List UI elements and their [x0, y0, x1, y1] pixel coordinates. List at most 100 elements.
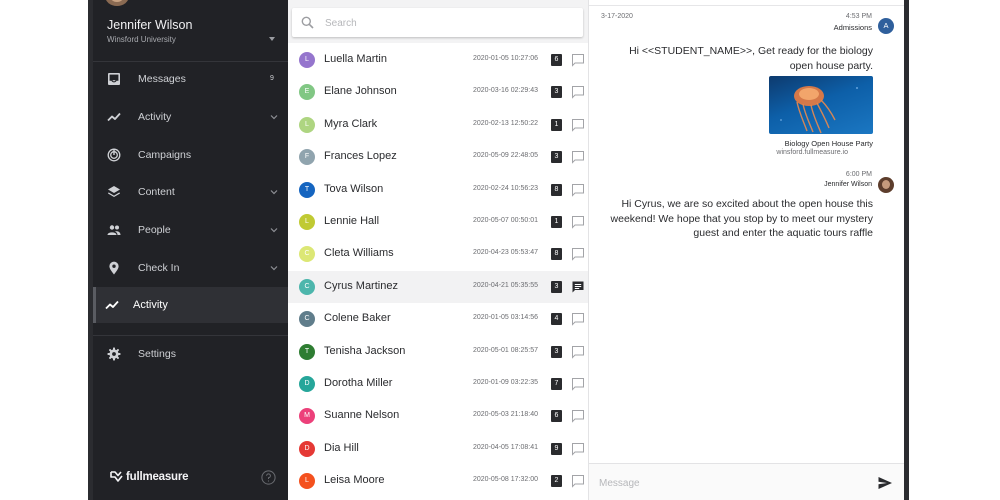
sidebar-item-campaigns[interactable]: Campaigns [93, 137, 288, 173]
conversation-row[interactable]: C Colene Baker 2020-01-05 03:14:56 4 [288, 303, 588, 335]
chat-bubble-icon[interactable] [571, 215, 585, 229]
contact-name: Suanne Nelson [324, 409, 400, 422]
last-message-datetime: 2020-04-21 05:35:55 [473, 281, 538, 289]
message-count-badge: 7 [551, 378, 562, 390]
chat-bubble-icon[interactable] [571, 474, 585, 488]
contact-avatar: C [299, 278, 315, 295]
sidebar-item-label: Messages [138, 73, 186, 85]
trend-icon [107, 112, 121, 122]
conversation-date: 3-17-2020 [601, 13, 633, 20]
search-box[interactable] [292, 8, 583, 37]
sidebar-item-label: Campaigns [138, 149, 192, 161]
contact-avatar: D [299, 440, 315, 457]
chat-bubble-icon[interactable] [571, 53, 585, 67]
chat-header-divider [589, 5, 904, 6]
conversation-row[interactable]: E Elane Johnson 2020-03-16 02:29:43 3 [288, 76, 588, 108]
message-count-badge: 4 [551, 313, 562, 326]
contact-name: Frances Lopez [324, 150, 397, 163]
message-text: Hi Cyrus, we are so excited about the op… [610, 198, 873, 239]
last-message-datetime: 2020-05-09 22:48:05 [473, 152, 538, 160]
chat-panel: 3-17-2020 4:53 PM Admissions A Hi <<STUD… [589, 0, 904, 500]
chat-bubble-filled-icon[interactable] [571, 280, 585, 294]
message-input[interactable] [599, 475, 859, 491]
conversation-list: L Luella Martin 2020-01-05 10:27:06 6 E Elane… [288, 0, 588, 500]
sidebar-item-label: Check In [138, 262, 180, 274]
chat-bubble-icon[interactable] [571, 345, 585, 359]
conversation-row[interactable]: T Tenisha Jackson 2020-05-01 08:25:57 3 [288, 336, 588, 368]
chevron-down-icon [270, 266, 278, 271]
conversation-row[interactable]: L Leisa Moore 2020-05-08 17:32:00 2 [288, 465, 588, 497]
contact-avatar: L [299, 473, 315, 490]
search-input[interactable] [325, 15, 565, 31]
sidebar-item-label: Settings [138, 348, 176, 360]
conversation-row[interactable]: F Frances Lopez 2020-05-09 22:48:05 3 [288, 141, 588, 173]
conversation-row[interactable]: C Cleta Williams 2020-04-23 05:53:47 8 [288, 238, 588, 270]
contact-avatar: L [299, 214, 315, 230]
jellyfish-image[interactable] [769, 76, 873, 134]
sidebar-item-check-in[interactable]: Check In [93, 250, 288, 286]
sidebar-item-label: Activity [138, 111, 172, 123]
conversation-row[interactable]: D Dia Hill 2020-04-05 17:08:41 9 [288, 433, 588, 465]
last-message-datetime: 2020-05-07 00:50:01 [473, 217, 538, 224]
conversation-row[interactable]: L Lennie Hall 2020-05-07 00:50:01 1 [288, 206, 588, 238]
chat-bubble-icon[interactable] [571, 183, 585, 197]
conversation-row[interactable]: T Tova Wilson 2020-02-24 10:56:23 8 [288, 174, 588, 206]
attachment-title[interactable]: Biology Open House Party [785, 139, 873, 148]
conversation-row[interactable]: D Dorotha Miller 2020-01-09 03:22:35 7 [288, 368, 588, 400]
message-count-badge: 6 [551, 410, 562, 423]
chat-bubble-icon[interactable] [571, 312, 585, 326]
conversation-row[interactable]: L Myra Clark 2020-02-13 12:50:22 1 [288, 109, 588, 141]
message-count-badge: 3 [551, 86, 562, 99]
message-count-badge: 6 [551, 54, 562, 66]
contact-name: Leisa Moore [324, 474, 385, 487]
conversation-row[interactable]: L Luella Martin 2020-01-05 10:27:06 6 [288, 44, 588, 76]
fullmeasure-logo-icon [110, 471, 123, 482]
chat-bubble-icon[interactable] [571, 409, 585, 424]
last-message-datetime: 2020-01-05 03:14:56 [473, 314, 538, 322]
conversation-row[interactable]: M Suanne Nelson 2020-05-03 21:18:40 6 [288, 400, 588, 432]
layers-icon [108, 186, 120, 197]
contact-avatar: C [299, 311, 315, 328]
chat-bubble-icon[interactable] [571, 247, 585, 262]
help-icon[interactable] [261, 470, 276, 485]
contact-avatar: L [299, 52, 315, 68]
logo-text: fullmeasure [126, 471, 189, 483]
chat-bubble-icon[interactable] [571, 377, 585, 391]
message-count-badge: 1 [551, 118, 562, 131]
last-message-datetime: 2020-04-23 05:53:47 [473, 249, 538, 257]
chat-bubble-icon[interactable] [571, 442, 585, 456]
message-count-badge: 3 [551, 280, 562, 293]
contact-avatar: C [299, 246, 315, 263]
message-count-badge: 3 [551, 345, 562, 358]
sender-avatar: A [878, 18, 894, 34]
account-dropdown-icon[interactable] [269, 37, 275, 41]
send-icon[interactable] [877, 475, 893, 491]
location-pin-icon [109, 261, 119, 275]
active-indicator [93, 287, 96, 323]
last-message-datetime: 2020-03-16 02:29:43 [473, 87, 538, 95]
sidebar-item-settings[interactable]: Settings [93, 336, 288, 372]
user-avatar[interactable] [105, 0, 129, 6]
chat-bubble-icon[interactable] [571, 85, 585, 100]
sidebar-item-activity[interactable]: Activity [93, 99, 288, 135]
contact-name: Dia Hill [324, 441, 359, 454]
trend-icon [105, 300, 119, 310]
contact-name: Tenisha Jackson [324, 344, 406, 357]
conversation-row[interactable]: C Cyrus Martinez 2020-04-21 05:35:55 3 [288, 270, 588, 303]
contact-name: Cyrus Martinez [324, 279, 398, 292]
contact-name: Lennie Hall [324, 215, 380, 227]
contact-name: Myra Clark [324, 117, 378, 130]
sidebar-item-messages[interactable]: Messages 9 [93, 61, 288, 97]
user-name: Jennifer Wilson [107, 18, 193, 32]
attachment-url[interactable]: winsford.fullmeasure.io [776, 149, 848, 156]
contact-avatar: E [299, 84, 315, 101]
search-icon [301, 16, 314, 29]
sidebar-item-people[interactable]: People [93, 212, 288, 248]
chat-bubble-icon[interactable] [571, 118, 585, 132]
sidebar-item-activity-active[interactable]: Activity [93, 287, 288, 323]
sidebar-item-content[interactable]: Content [93, 174, 288, 210]
contact-avatar: F [299, 149, 315, 166]
messages-count-badge: 9 [270, 75, 274, 82]
sidebar-item-label: Activity [133, 299, 168, 311]
chat-bubble-icon[interactable] [571, 150, 585, 164]
